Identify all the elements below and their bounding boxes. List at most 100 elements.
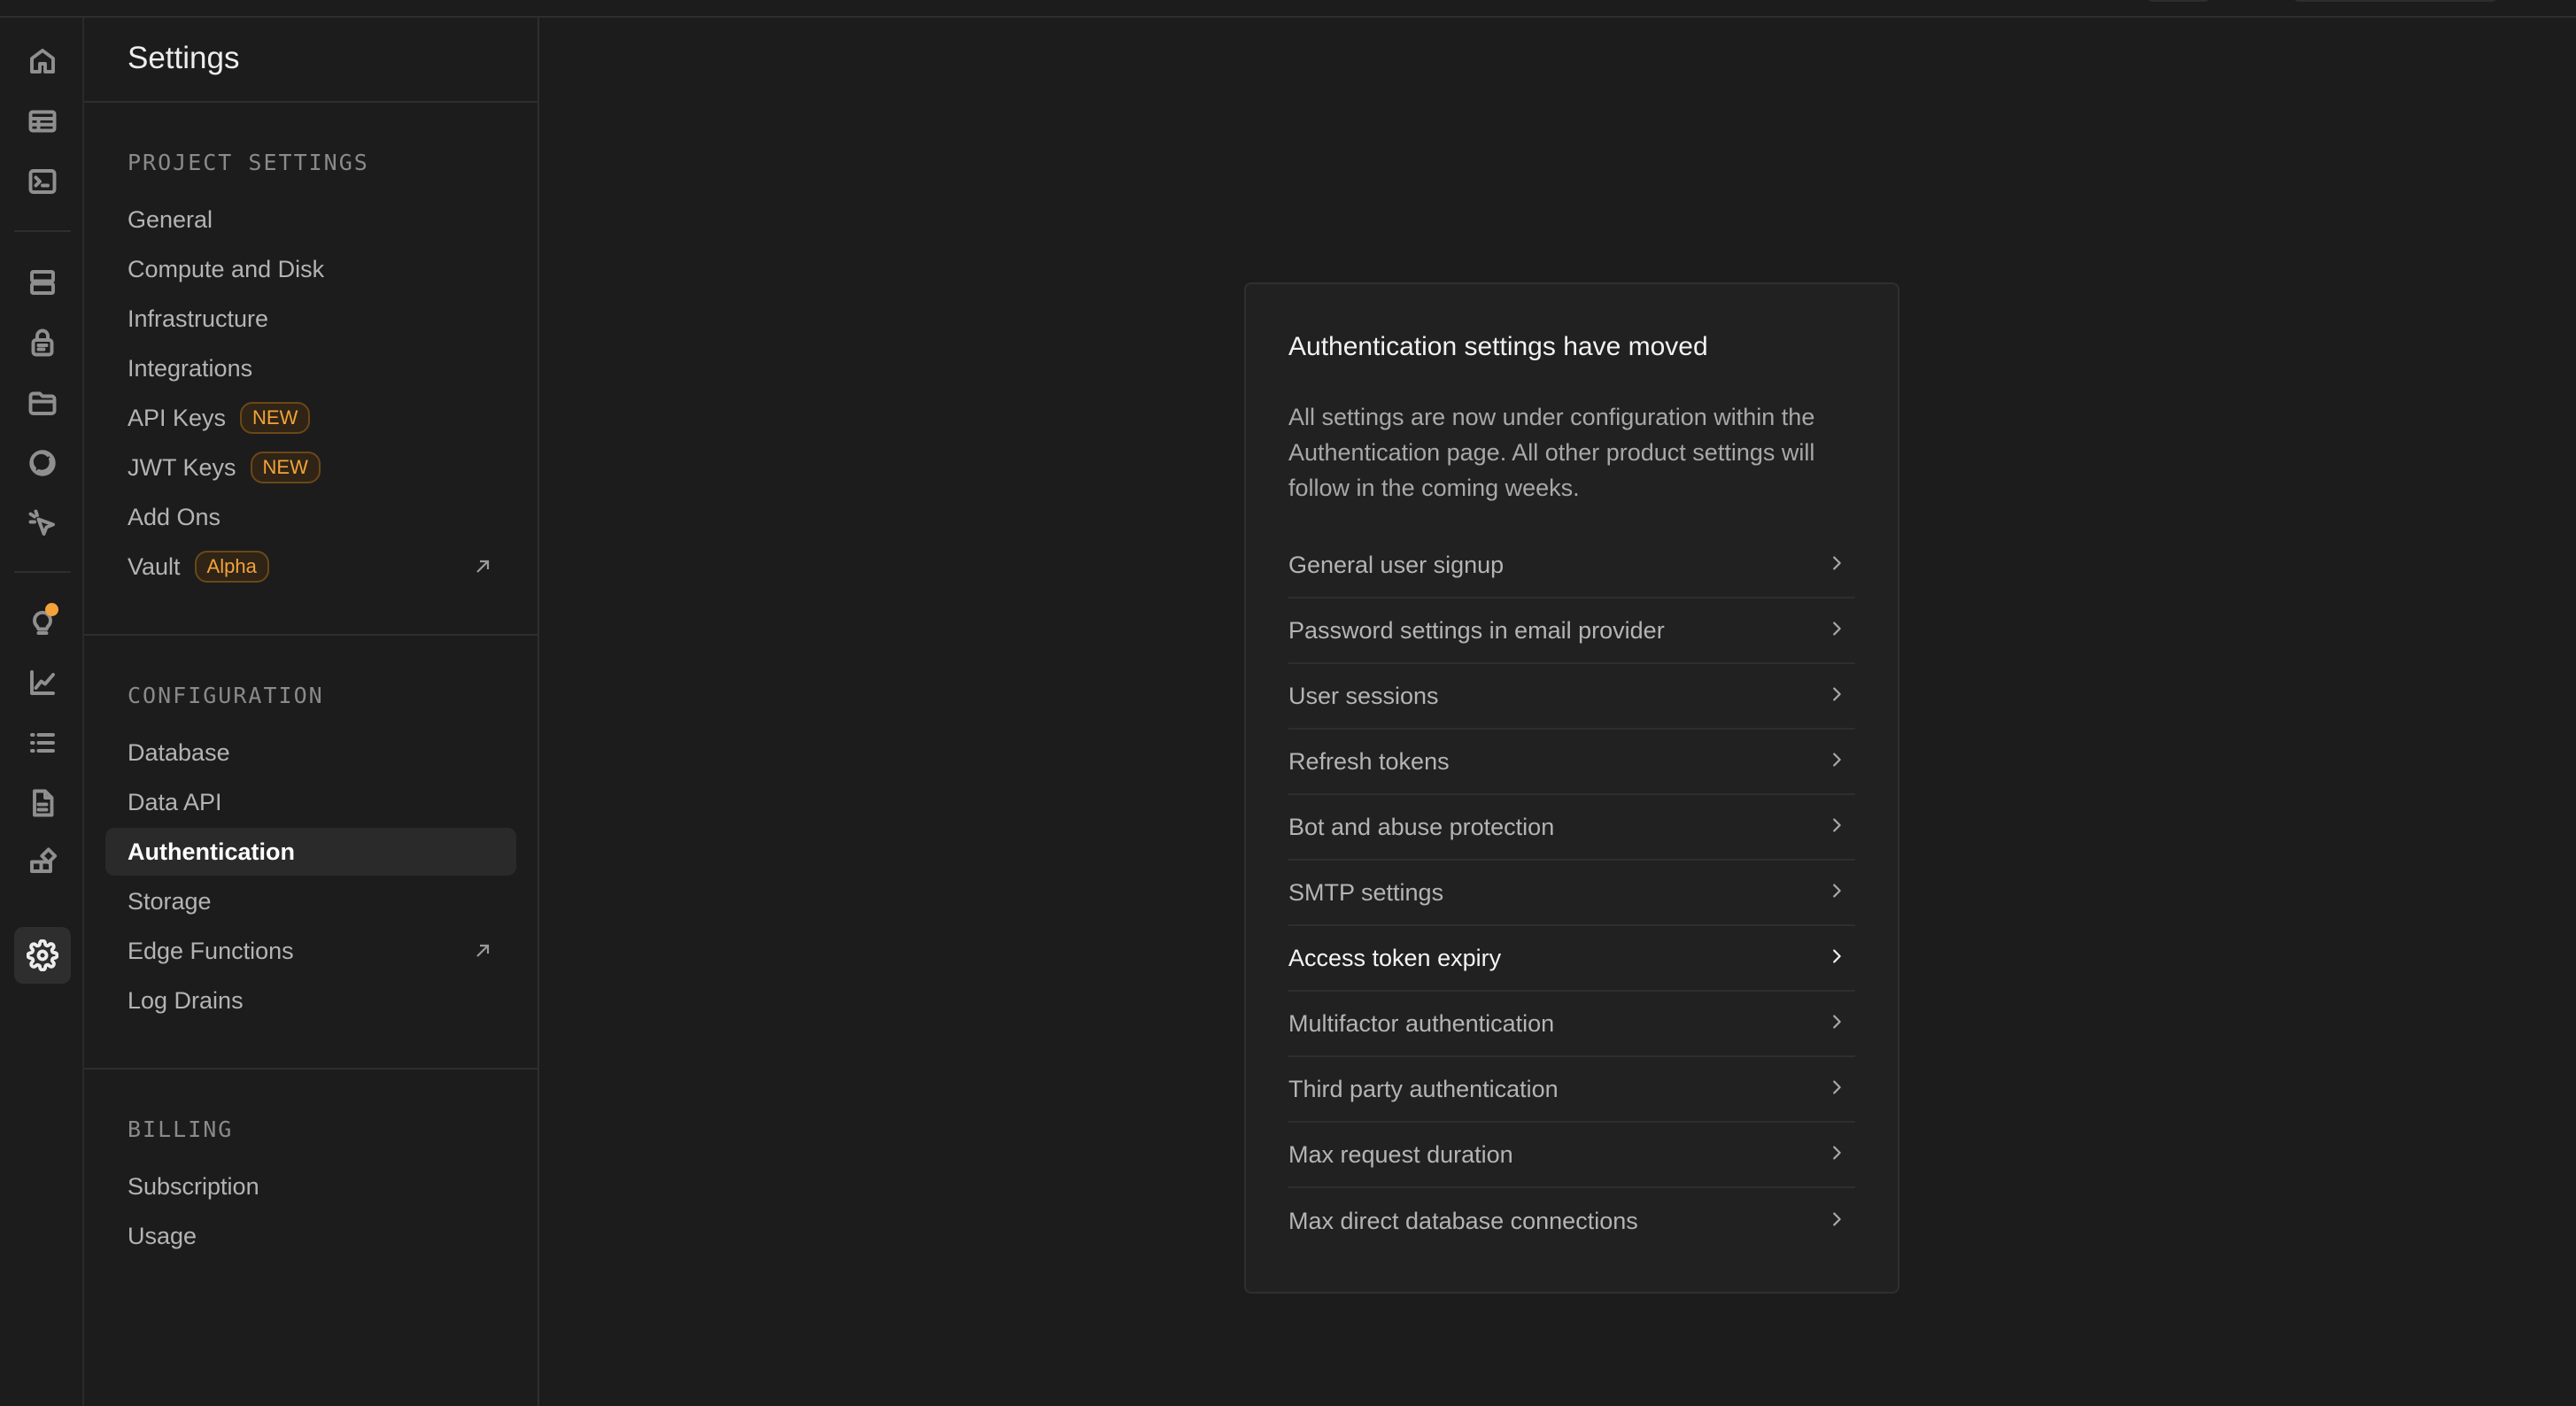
link-label: Bot and abuse protection: [1288, 813, 1555, 840]
link-refresh-tokens[interactable]: Refresh tokens: [1288, 730, 1855, 795]
nav-item-api-keys[interactable]: API Keys NEW: [105, 394, 516, 442]
realtime-icon[interactable]: [14, 435, 71, 491]
chevron-right-icon: [1827, 683, 1855, 710]
top-button-stub[interactable]: [2147, 0, 2209, 2]
nav-item-label: API Keys: [128, 404, 227, 431]
link-label: Multifactor authentication: [1288, 1009, 1555, 1037]
section-title-billing: BILLING: [128, 1116, 234, 1142]
link-label: Refresh tokens: [1288, 747, 1450, 775]
auth-moved-card: Authentication settings have moved All s…: [1244, 282, 1899, 1294]
link-label: Access token expiry: [1288, 944, 1502, 971]
nav-item-general[interactable]: General: [105, 196, 516, 243]
link-label: Max request duration: [1288, 1140, 1513, 1168]
link-bot-and-abuse-protection[interactable]: Bot and abuse protection: [1288, 795, 1855, 861]
reports-icon[interactable]: [14, 654, 71, 711]
nav-item-subscription[interactable]: Subscription: [105, 1163, 516, 1210]
link-user-sessions[interactable]: User sessions: [1288, 664, 1855, 730]
nav-item-label: Storage: [128, 887, 212, 915]
link-label: SMTP settings: [1288, 878, 1444, 906]
nav-item-edge-functions[interactable]: Edge Functions: [105, 927, 516, 975]
nav-item-label: Log Drains: [128, 986, 244, 1014]
top-search-stub[interactable]: [2294, 0, 2497, 2]
nav-item-label: Compute and Disk: [128, 255, 325, 282]
advisors-icon[interactable]: [14, 594, 71, 651]
database-icon[interactable]: [14, 254, 71, 311]
edge-functions-icon[interactable]: [14, 495, 71, 552]
nav-item-label: General: [128, 205, 213, 233]
page-title: Settings: [128, 41, 240, 75]
link-multifactor-authentication[interactable]: Multifactor authentication: [1288, 992, 1855, 1057]
chevron-right-icon: [1827, 879, 1855, 907]
nav-item-database[interactable]: Database: [105, 729, 516, 776]
nav-item-label: Infrastructure: [128, 305, 269, 332]
settings-icon[interactable]: [14, 927, 71, 984]
home-icon[interactable]: [14, 33, 71, 89]
link-access-token-expiry[interactable]: Access token expiry: [1288, 926, 1855, 992]
card-title: Authentication settings have moved: [1288, 332, 1708, 361]
nav-item-vault[interactable]: Vault Alpha: [105, 543, 516, 591]
chevron-right-icon: [1827, 1141, 1855, 1169]
chevron-right-icon: [1827, 552, 1855, 579]
link-label: Third party authentication: [1288, 1075, 1559, 1102]
nav-item-jwt-keys[interactable]: JWT Keys NEW: [105, 444, 516, 491]
nav-item-label: Subscription: [128, 1172, 259, 1200]
external-link-icon: [472, 940, 493, 962]
nav-item-log-drains[interactable]: Log Drains: [105, 977, 516, 1024]
table-editor-icon[interactable]: [14, 93, 71, 150]
nav-item-data-api[interactable]: Data API: [105, 778, 516, 826]
section-title-project-settings: PROJECT SETTINGS: [128, 150, 369, 175]
nav-item-label: Database: [128, 738, 230, 766]
new-badge: NEW: [240, 402, 311, 434]
link-password-settings[interactable]: Password settings in email provider: [1288, 599, 1855, 664]
nav-item-label: Data API: [128, 788, 222, 815]
link-label: Max direct database connections: [1288, 1207, 1638, 1234]
top-bar: [0, 0, 2576, 18]
storage-icon[interactable]: [14, 375, 71, 431]
nav-item-label: Add Ons: [128, 503, 221, 530]
logs-icon[interactable]: [14, 715, 71, 771]
settings-sidebar: Settings PROJECT SETTINGS General Comput…: [84, 18, 539, 1406]
link-label: General user signup: [1288, 551, 1505, 578]
divider: [84, 634, 538, 636]
nav-item-label: Vault: [128, 552, 181, 580]
rail-separator: [14, 230, 71, 232]
notification-dot: [45, 603, 58, 616]
nav-item-add-ons[interactable]: Add Ons: [105, 493, 516, 541]
integrations-icon[interactable]: [14, 835, 71, 892]
divider: [84, 101, 538, 103]
nav-item-storage[interactable]: Storage: [105, 877, 516, 925]
chevron-right-icon: [1827, 1208, 1855, 1235]
authentication-icon[interactable]: [14, 314, 71, 371]
nav-item-label: Edge Functions: [128, 937, 294, 964]
chevron-right-icon: [1827, 814, 1855, 841]
nav-item-usage[interactable]: Usage: [105, 1212, 516, 1260]
section-title-configuration: CONFIGURATION: [128, 683, 324, 708]
nav-item-label: Usage: [128, 1222, 197, 1249]
link-max-request-duration[interactable]: Max request duration: [1288, 1123, 1855, 1188]
nav-item-label: JWT Keys: [128, 453, 236, 481]
link-label: Password settings in email provider: [1288, 616, 1665, 644]
nav-item-integrations[interactable]: Integrations: [105, 344, 516, 392]
link-general-user-signup[interactable]: General user signup: [1288, 533, 1855, 599]
link-label: User sessions: [1288, 682, 1439, 709]
api-docs-icon[interactable]: [14, 775, 71, 831]
card-description: All settings are now under configuration…: [1288, 404, 1815, 501]
nav-item-infrastructure[interactable]: Infrastructure: [105, 295, 516, 343]
link-third-party-authentication[interactable]: Third party authentication: [1288, 1057, 1855, 1123]
chevron-right-icon: [1827, 945, 1855, 972]
alpha-badge: Alpha: [194, 551, 269, 583]
icon-rail: [0, 18, 84, 1406]
chevron-right-icon: [1827, 617, 1855, 645]
link-max-direct-database-connections[interactable]: Max direct database connections: [1288, 1188, 1855, 1254]
link-smtp-settings[interactable]: SMTP settings: [1288, 861, 1855, 926]
divider: [84, 1068, 538, 1070]
chevron-right-icon: [1827, 748, 1855, 776]
chevron-right-icon: [1827, 1076, 1855, 1103]
sql-editor-icon[interactable]: [14, 153, 71, 210]
nav-item-authentication[interactable]: Authentication: [105, 828, 516, 876]
nav-item-label: Authentication: [128, 838, 295, 865]
external-link-icon: [472, 556, 493, 577]
chevron-right-icon: [1827, 1010, 1855, 1038]
nav-item-compute-and-disk[interactable]: Compute and Disk: [105, 245, 516, 293]
rail-separator: [14, 571, 71, 573]
